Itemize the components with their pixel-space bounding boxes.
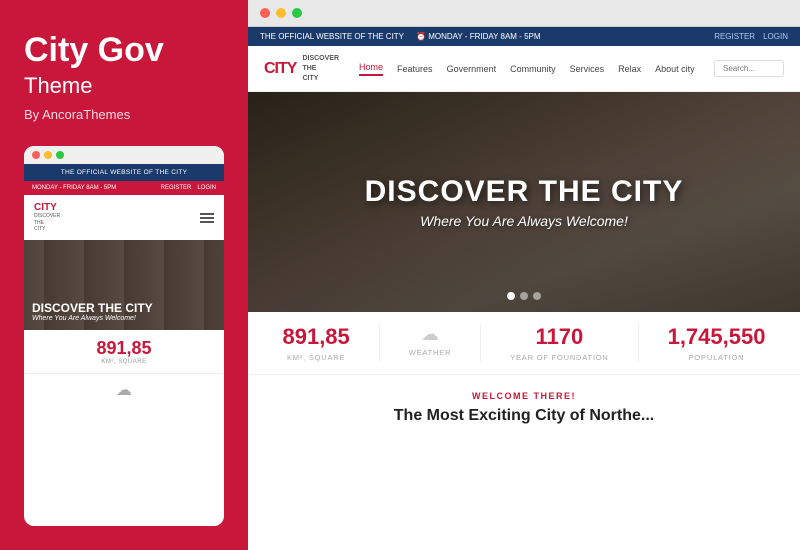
mobile-hours: MONDAY - FRIDAY 8AM - 5PM	[32, 185, 116, 191]
mobile-hero-title: DISCOVER THE CITY	[32, 301, 153, 315]
stat-weather-label: WEATHER	[409, 348, 452, 357]
mobile-topbar: THE OFFICIAL WEBSITE OF THE CITY	[24, 164, 224, 181]
mobile-register-link[interactable]: REGISTER	[161, 185, 192, 191]
site-topbar: THE OFFICIAL WEBSITE OF THE CITY ⏰ MONDA…	[248, 27, 800, 46]
search-input[interactable]	[714, 60, 784, 77]
brand-subtitle: Theme	[24, 73, 224, 99]
mobile-stat-label: KM², SQUARE	[32, 359, 216, 365]
mobile-dot-green	[56, 151, 64, 159]
browser-dot-yellow	[276, 8, 286, 18]
right-panel: THE OFFICIAL WEBSITE OF THE CITY ⏰ MONDA…	[248, 0, 800, 550]
site-logo-text: DISCOVERTHECITY	[302, 54, 339, 83]
nav-link-government[interactable]: Government	[447, 64, 497, 74]
site-logo: CITY DISCOVERTHECITY	[264, 54, 339, 83]
stat-population: 1,745,550 POPULATION	[668, 324, 766, 362]
stat-area-label: KM², SQUARE	[287, 353, 345, 362]
stat-population-value: 1,745,550	[668, 324, 766, 350]
stat-divider-3	[638, 324, 639, 362]
mobile-hero: DISCOVER THE CITY Where You Are Always W…	[24, 240, 224, 330]
welcome-label: WELCOME THERE!	[268, 391, 780, 401]
mobile-dot-red	[32, 151, 40, 159]
welcome-section: WELCOME THERE! The Most Exciting City of…	[248, 375, 800, 550]
mobile-official-text: THE OFFICIAL WEBSITE OF THE CITY	[32, 169, 216, 176]
topbar-official-text: THE OFFICIAL WEBSITE OF THE CITY	[260, 32, 404, 41]
mobile-preview-card: THE OFFICIAL WEBSITE OF THE CITY MONDAY …	[24, 146, 224, 526]
site-nav: CITY DISCOVERTHECITY Home Features Gover…	[248, 46, 800, 92]
stat-year-value: 1170	[536, 324, 584, 350]
stat-area-value: 891,85	[282, 324, 349, 350]
site-logo-mark: CITY	[264, 60, 296, 78]
mobile-login-link[interactable]: LOGIN	[197, 185, 216, 191]
nav-link-services[interactable]: Services	[570, 64, 605, 74]
mobile-weather-icon: ☁	[24, 374, 224, 406]
site-nav-links: Home Features Government Community Servi…	[359, 62, 714, 76]
mobile-logo: CITY DISCOVERTHECITY	[34, 202, 60, 233]
mobile-hero-content: DISCOVER THE CITY Where You Are Always W…	[32, 301, 153, 322]
hero-dot-1[interactable]	[507, 292, 515, 300]
browser-chrome	[248, 0, 800, 27]
hero-title: DISCOVER THE CITY	[365, 175, 684, 209]
stat-weather: ☁ WEATHER	[409, 324, 452, 362]
hero-dot-2[interactable]	[520, 292, 528, 300]
topbar-left-info: THE OFFICIAL WEBSITE OF THE CITY ⏰ MONDA…	[260, 32, 541, 41]
mobile-nav-bar: MONDAY - FRIDAY 8AM - 5PM REGISTER LOGIN	[24, 181, 224, 195]
stats-bar: 891,85 KM², SQUARE ☁ WEATHER 1170 YEAR O…	[248, 312, 800, 375]
weather-icon: ☁	[421, 324, 439, 345]
stat-year-label: YEAR OF FOUNDATION	[510, 353, 608, 362]
brand-author: By AncoraThemes	[24, 107, 224, 122]
desktop-preview: THE OFFICIAL WEBSITE OF THE CITY ⏰ MONDA…	[248, 27, 800, 550]
stat-divider-2	[480, 324, 481, 362]
topbar-register-link[interactable]: REGISTER	[714, 32, 755, 41]
stat-area: 891,85 KM², SQUARE	[282, 324, 349, 362]
mobile-dot-yellow	[44, 151, 52, 159]
mobile-stat-number: 891,85	[32, 338, 216, 359]
hero-subtitle: Where You Are Always Welcome!	[420, 213, 628, 229]
welcome-title: The Most Exciting City of Northe...	[268, 407, 780, 425]
stat-divider-1	[379, 324, 380, 362]
mobile-logo-sub: DISCOVERTHECITY	[34, 213, 60, 233]
hamburger-line	[200, 213, 214, 215]
nav-link-community[interactable]: Community	[510, 64, 556, 74]
hero-content: DISCOVER THE CITY Where You Are Always W…	[248, 92, 800, 312]
hamburger-line	[200, 221, 214, 223]
nav-link-home[interactable]: Home	[359, 62, 383, 76]
browser-dot-green	[292, 8, 302, 18]
mobile-logo-mark: CITY	[34, 202, 60, 213]
mobile-header: CITY DISCOVERTHECITY	[24, 195, 224, 240]
mobile-browser-dots	[24, 146, 224, 164]
mobile-hero-subtitle: Where You Are Always Welcome!	[32, 315, 153, 322]
topbar-hours: ⏰ MONDAY - FRIDAY 8AM - 5PM	[416, 32, 541, 41]
nav-link-relax[interactable]: Relax	[618, 64, 641, 74]
hero-dot-3[interactable]	[533, 292, 541, 300]
mobile-auth-links: REGISTER LOGIN	[161, 185, 216, 191]
left-panel: City Gov Theme By AncoraThemes THE OFFIC…	[0, 0, 248, 550]
stat-population-label: POPULATION	[689, 353, 745, 362]
site-hero: DISCOVER THE CITY Where You Are Always W…	[248, 92, 800, 312]
topbar-login-link[interactable]: LOGIN	[763, 32, 788, 41]
topbar-right-links: REGISTER LOGIN	[714, 32, 788, 41]
hamburger-line	[200, 217, 214, 219]
mobile-stats: 891,85 KM², SQUARE	[24, 330, 224, 374]
hero-carousel-dots	[507, 292, 541, 300]
browser-dot-red	[260, 8, 270, 18]
hamburger-menu-icon[interactable]	[200, 213, 214, 223]
stat-year: 1170 YEAR OF FOUNDATION	[510, 324, 608, 362]
nav-link-features[interactable]: Features	[397, 64, 433, 74]
brand-title: City Gov	[24, 32, 224, 69]
nav-link-about[interactable]: About city	[655, 64, 695, 74]
